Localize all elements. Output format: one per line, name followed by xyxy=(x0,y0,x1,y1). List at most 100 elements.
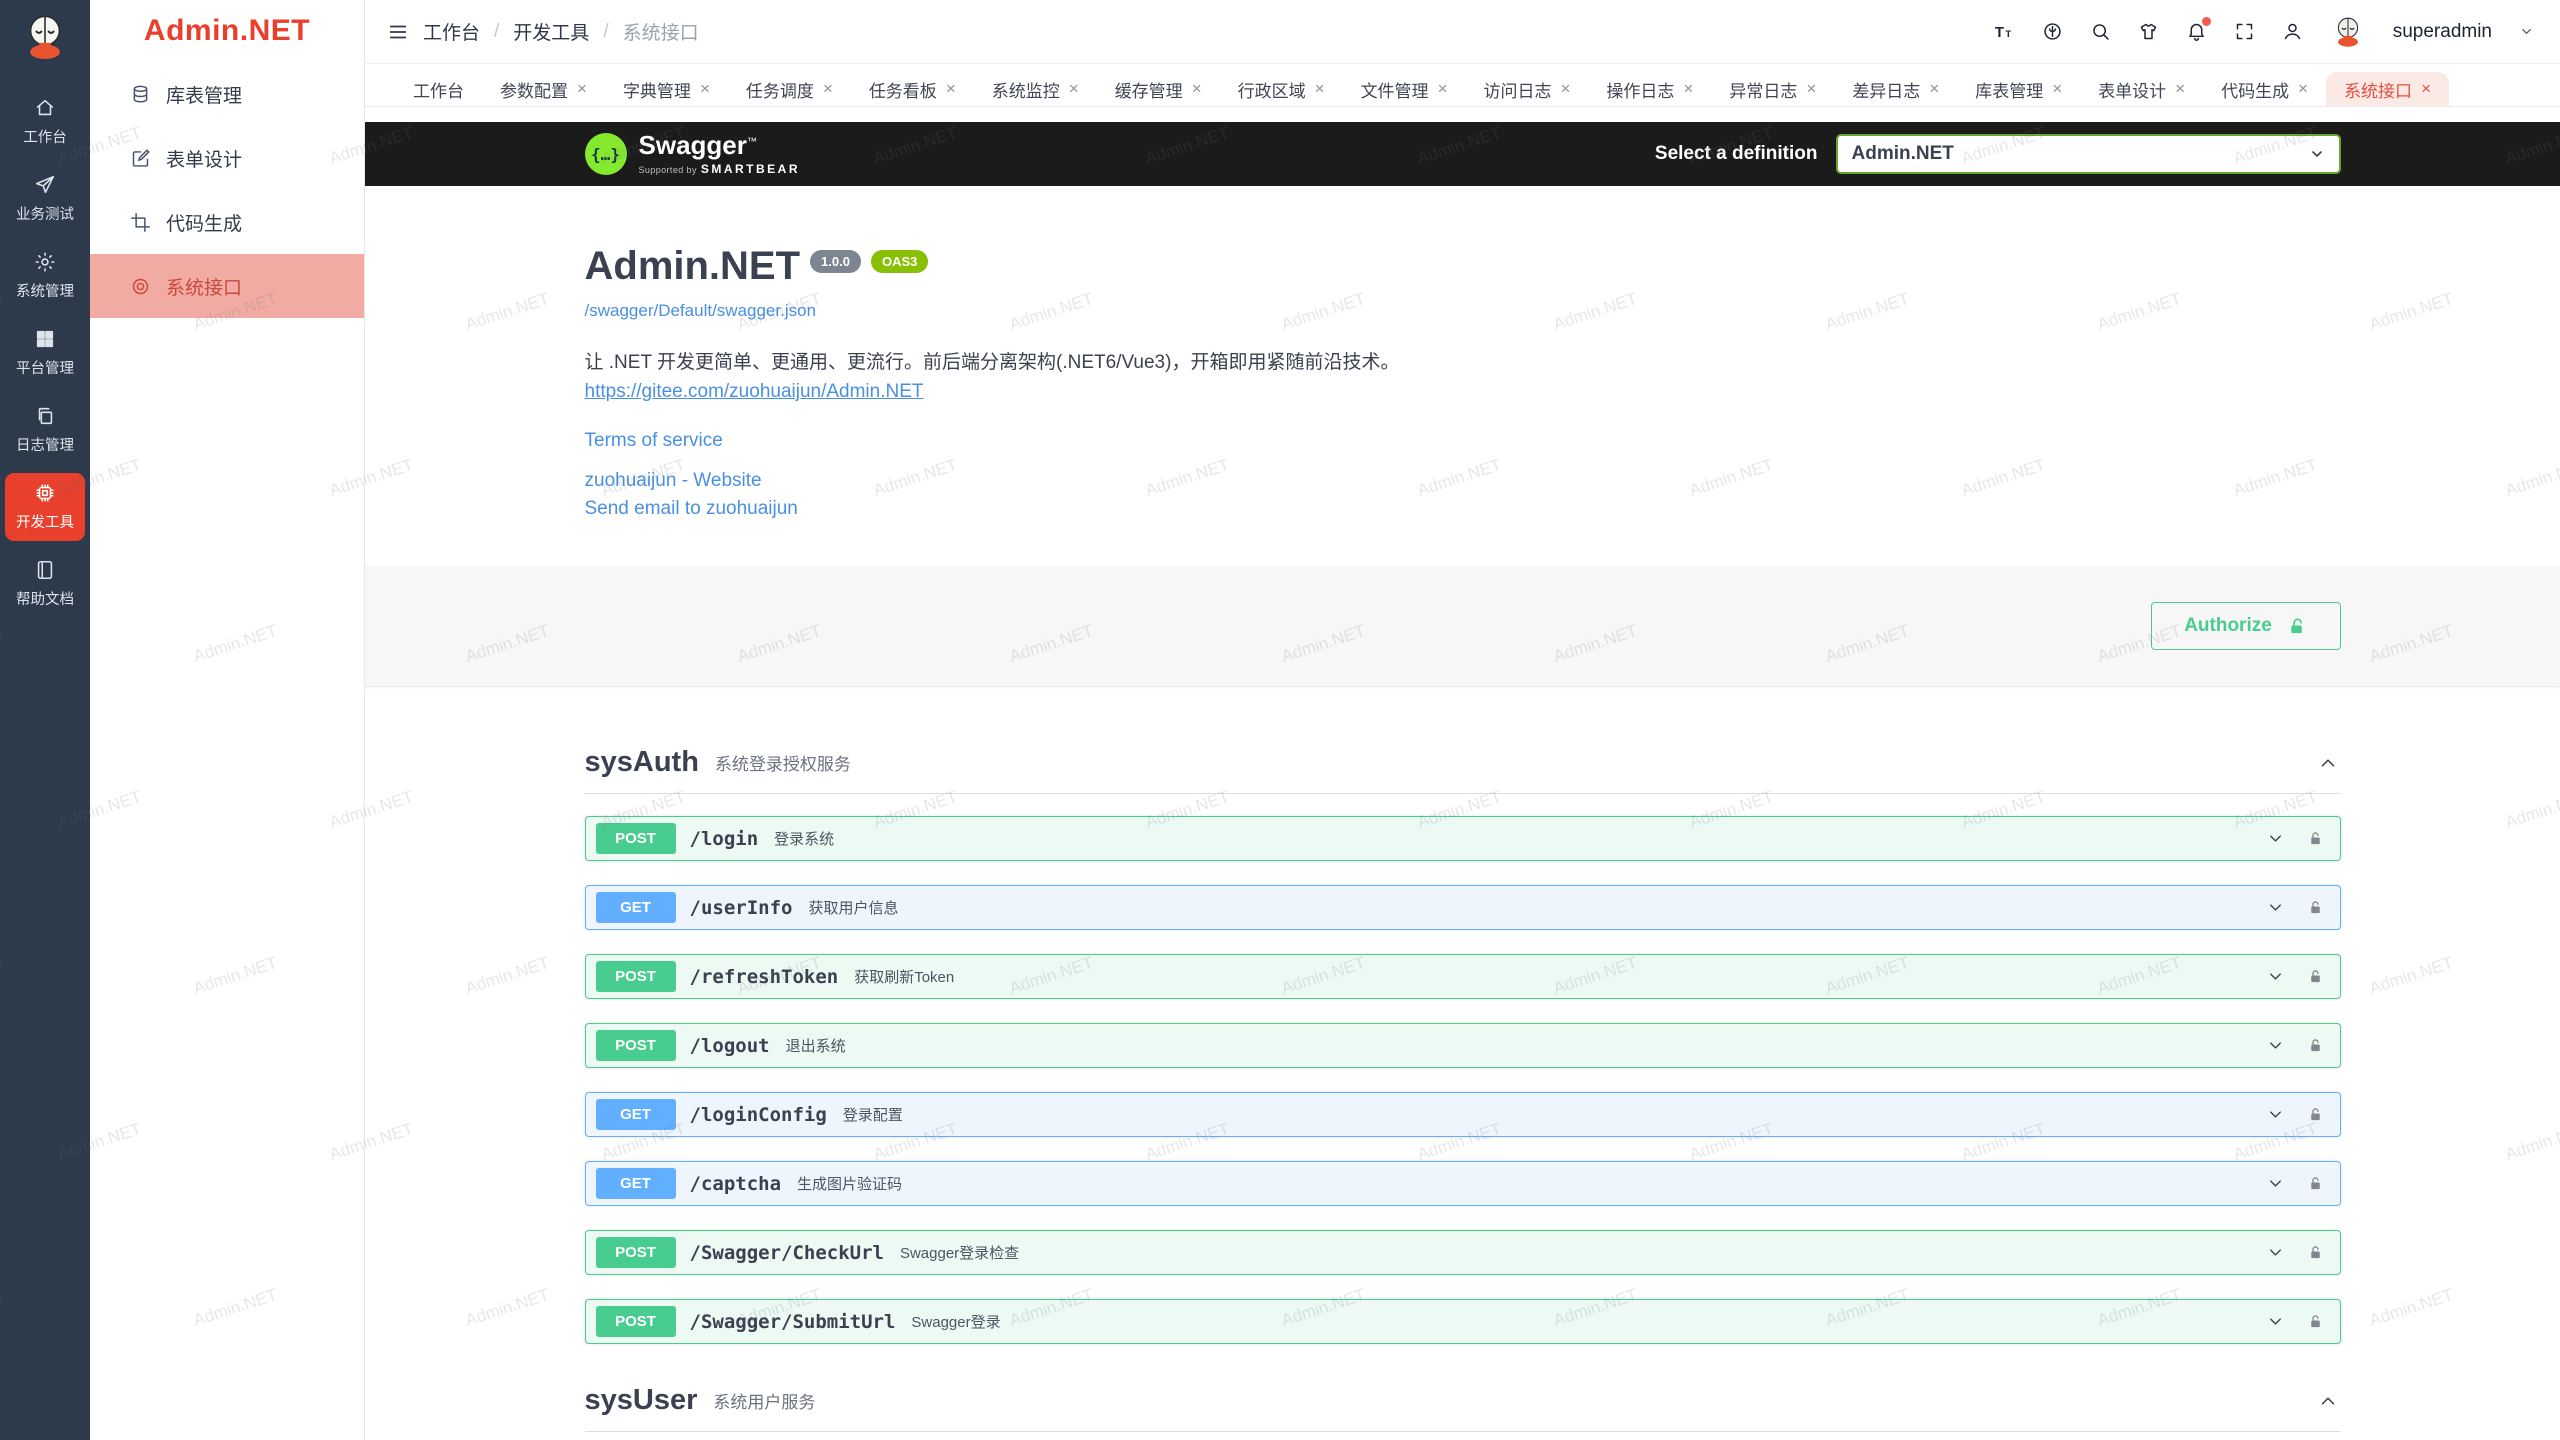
chevron-down-icon[interactable] xyxy=(2266,1174,2285,1193)
endpoint-/captcha[interactable]: GET/captcha生成图片验证码 xyxy=(585,1161,2341,1206)
chevron-down-icon[interactable] xyxy=(2266,898,2285,917)
chevron-up-icon[interactable] xyxy=(2317,752,2339,774)
tab-差异日志[interactable]: 差异日志× xyxy=(1834,72,1957,106)
lock-icon[interactable] xyxy=(2307,830,2324,847)
endpoint-/Swagger/CheckUrl[interactable]: POST/Swagger/CheckUrlSwagger登录检查 xyxy=(585,1230,2341,1275)
sidebar-item-form-design[interactable]: 表单设计 xyxy=(90,126,364,190)
endpoint-/loginConfig[interactable]: GET/loginConfig登录配置 xyxy=(585,1092,2341,1137)
fullscreen-icon[interactable] xyxy=(2234,21,2255,42)
close-icon[interactable]: × xyxy=(1315,79,1325,99)
close-icon[interactable]: × xyxy=(946,79,956,99)
close-icon[interactable]: × xyxy=(2052,79,2062,99)
rail-item-platform-mgmt[interactable]: 平台管理 xyxy=(5,319,85,387)
close-icon[interactable]: × xyxy=(700,79,710,99)
spec-url-link[interactable]: /swagger/Default/swagger.json xyxy=(585,301,817,321)
endpoint-/logout[interactable]: POST/logout退出系统 xyxy=(585,1023,2341,1068)
close-icon[interactable]: × xyxy=(1683,79,1693,99)
tab-表单设计[interactable]: 表单设计× xyxy=(2080,72,2203,106)
terms-of-service-link[interactable]: Terms of service xyxy=(585,430,2341,452)
chevron-down-icon[interactable] xyxy=(2266,1036,2285,1055)
tab-label: 任务调度 xyxy=(746,77,814,102)
tab-系统监控[interactable]: 系统监控 × xyxy=(974,72,1097,106)
repo-url-link[interactable]: https://gitee.com/zuohuaijun/Admin.NET xyxy=(585,381,924,402)
avatar[interactable] xyxy=(2330,14,2366,50)
tab-操作日志[interactable]: 操作日志 × xyxy=(1588,72,1711,106)
profile-icon[interactable] xyxy=(2282,21,2303,42)
rail-item-dev-tools[interactable]: 开发工具 xyxy=(5,473,85,541)
section-header-sysUser[interactable]: sysUser系统用户服务 xyxy=(585,1370,2341,1432)
chevron-down-icon[interactable] xyxy=(2266,1243,2285,1262)
tab-任务调度[interactable]: 任务调度 × xyxy=(728,72,851,106)
font-size-icon[interactable]: TT xyxy=(1994,21,2015,42)
lock-icon[interactable] xyxy=(2307,1037,2324,1054)
close-icon[interactable]: × xyxy=(2175,79,2185,99)
close-icon[interactable]: × xyxy=(2298,79,2308,99)
definition-select[interactable]: Admin.NET xyxy=(1836,134,2341,174)
close-icon[interactable]: × xyxy=(823,79,833,99)
tab-行政区域[interactable]: 行政区域× xyxy=(1220,72,1343,106)
endpoint-/refreshToken[interactable]: POST/refreshToken获取刷新Token xyxy=(585,954,2341,999)
authorize-button[interactable]: Authorize xyxy=(2151,602,2341,650)
contact-email-link[interactable]: Send email to zuohuaijun xyxy=(585,498,2341,520)
close-icon[interactable]: × xyxy=(2421,79,2431,99)
contact-website-link[interactable]: zuohuaijun - Website xyxy=(585,470,2341,492)
sidebar-item-sys-api[interactable]: 系统接口 xyxy=(90,254,364,318)
tab-工作台[interactable]: 工作台 xyxy=(395,72,482,106)
tab-label: 操作日志 xyxy=(1606,77,1674,102)
endpoint-/login[interactable]: POST/login登录系统 xyxy=(585,816,2341,861)
sidebar-item-code-gen[interactable]: 代码生成 xyxy=(90,190,364,254)
app-logo-icon[interactable] xyxy=(18,10,72,64)
theme-shirt-icon[interactable] xyxy=(2138,21,2159,42)
breadcrumb-item[interactable]: 工作台 xyxy=(423,18,480,45)
rail-item-help-docs[interactable]: 帮助文档 xyxy=(5,550,85,618)
tab-系统接口[interactable]: 系统接口× xyxy=(2326,72,2449,106)
endpoint-/userInfo[interactable]: GET/userInfo获取用户信息 xyxy=(585,885,2341,930)
oas-badge: OAS3 xyxy=(871,250,928,273)
lock-icon[interactable] xyxy=(2307,1244,2324,1261)
chevron-up-icon[interactable] xyxy=(2317,1390,2339,1412)
search-icon[interactable] xyxy=(2090,21,2111,42)
rail-item-biz-test[interactable]: 业务测试 xyxy=(5,165,85,233)
close-icon[interactable]: × xyxy=(1192,79,1202,99)
tab-参数配置[interactable]: 参数配置× xyxy=(482,72,605,106)
tab-代码生成[interactable]: 代码生成× xyxy=(2203,72,2326,106)
chevron-down-icon[interactable] xyxy=(2266,1105,2285,1124)
rail-item-log-mgmt[interactable]: 日志管理 xyxy=(5,396,85,464)
tab-异常日志[interactable]: 异常日志× xyxy=(1711,72,1834,106)
close-icon[interactable]: × xyxy=(1929,79,1939,99)
tab-访问日志[interactable]: 访问日志× xyxy=(1466,72,1589,106)
tab-库表管理[interactable]: 库表管理× xyxy=(1957,72,2080,106)
rail-item-workbench[interactable]: 工作台 xyxy=(5,88,85,156)
close-icon[interactable]: × xyxy=(577,79,587,99)
sidebar-item-db-table[interactable]: 库表管理 xyxy=(90,62,364,126)
tab-字典管理[interactable]: 字典管理× xyxy=(605,72,728,106)
section-header-sysAuth[interactable]: sysAuth系统登录授权服务 xyxy=(585,732,2341,794)
chevron-down-icon[interactable] xyxy=(2266,1312,2285,1331)
collapse-menu-icon[interactable] xyxy=(387,21,409,43)
lock-icon[interactable] xyxy=(2307,1313,2324,1330)
chevron-down-icon[interactable] xyxy=(2519,24,2534,39)
lock-icon[interactable] xyxy=(2307,968,2324,985)
rail-item-system-mgmt[interactable]: 系统管理 xyxy=(5,242,85,310)
breadcrumb-item[interactable]: 开发工具 xyxy=(513,18,589,45)
language-icon[interactable] xyxy=(2042,21,2063,42)
close-icon[interactable]: × xyxy=(1438,79,1448,99)
endpoint-controls xyxy=(2266,1312,2324,1331)
close-icon[interactable]: × xyxy=(1069,79,1079,99)
username-dropdown[interactable]: superadmin xyxy=(2393,21,2492,43)
endpoint-controls xyxy=(2266,1036,2324,1055)
tab-缓存管理[interactable]: 缓存管理× xyxy=(1097,72,1220,106)
close-icon[interactable]: × xyxy=(1561,79,1571,99)
api-title: Admin.NET xyxy=(585,244,801,289)
lock-icon[interactable] xyxy=(2307,899,2324,916)
bell-icon[interactable] xyxy=(2186,21,2207,42)
chevron-down-icon[interactable] xyxy=(2266,967,2285,986)
tab-任务看板[interactable]: 任务看板× xyxy=(851,72,974,106)
tab-文件管理[interactable]: 文件管理× xyxy=(1343,72,1466,106)
lock-icon[interactable] xyxy=(2307,1106,2324,1123)
endpoint-/Swagger/SubmitUrl[interactable]: POST/Swagger/SubmitUrlSwagger登录 xyxy=(585,1299,2341,1344)
tab-label: 系统监控 xyxy=(992,77,1060,102)
lock-icon[interactable] xyxy=(2307,1175,2324,1192)
chevron-down-icon[interactable] xyxy=(2266,829,2285,848)
close-icon[interactable]: × xyxy=(1806,79,1816,99)
